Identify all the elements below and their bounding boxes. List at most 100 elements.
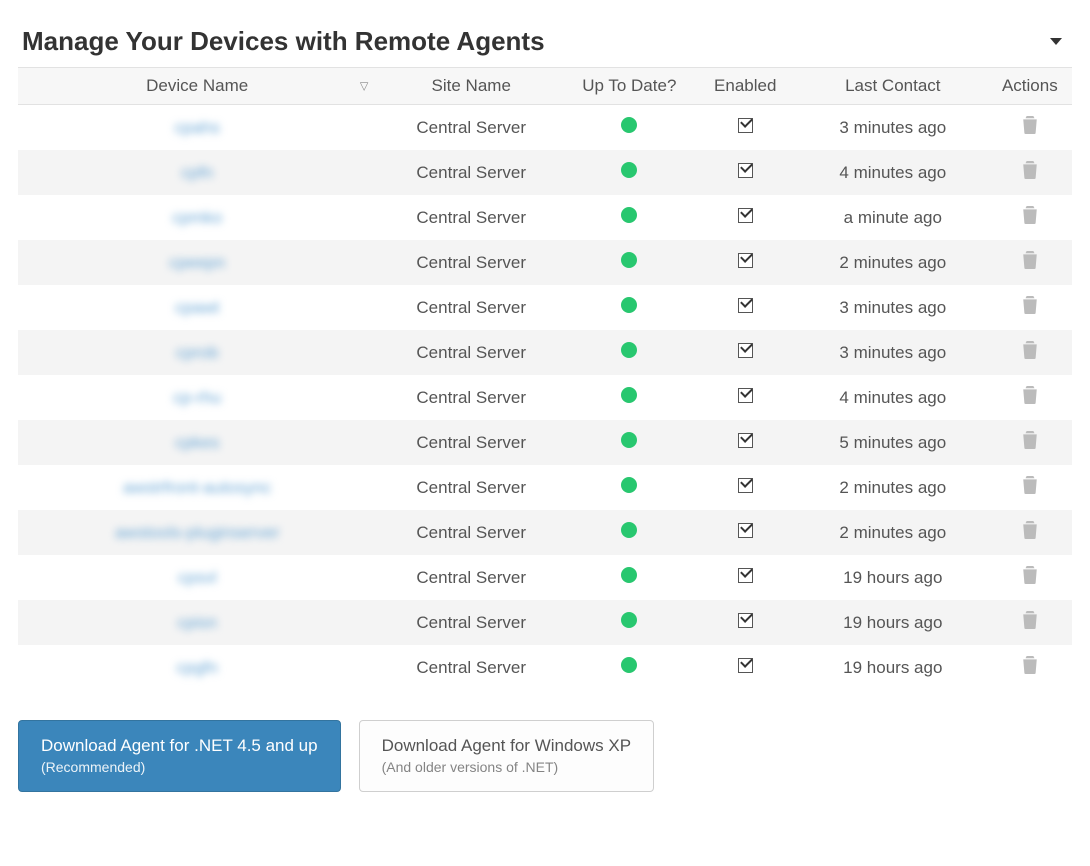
status-dot-icon	[621, 612, 637, 628]
last-contact: a minute ago	[798, 195, 988, 240]
status-dot-icon	[621, 297, 637, 313]
download-agent-xp-sublabel: (And older versions of .NET)	[382, 758, 631, 777]
delete-icon[interactable]	[1022, 344, 1038, 363]
last-contact: 3 minutes ago	[798, 105, 988, 151]
enabled-checkbox[interactable]	[738, 343, 753, 358]
enabled-checkbox[interactable]	[738, 568, 753, 583]
site-name: Central Server	[376, 600, 566, 645]
download-agent-xp-label: Download Agent for Windows XP	[382, 736, 631, 755]
status-dot-icon	[621, 117, 637, 133]
last-contact: 5 minutes ago	[798, 420, 988, 465]
status-dot-icon	[621, 162, 637, 178]
device-name[interactable]: awstools-pluginserver	[111, 523, 283, 543]
site-name: Central Server	[376, 510, 566, 555]
site-name: Central Server	[376, 330, 566, 375]
last-contact: 4 minutes ago	[798, 150, 988, 195]
site-name: Central Server	[376, 645, 566, 690]
delete-icon[interactable]	[1022, 254, 1038, 273]
delete-icon[interactable]	[1022, 614, 1038, 633]
col-header-last[interactable]: Last Contact	[798, 68, 988, 105]
enabled-checkbox[interactable]	[738, 118, 753, 133]
col-header-actions: Actions	[988, 68, 1072, 105]
table-row: cpisn Central Server 19 hours ago	[18, 600, 1072, 645]
site-name: Central Server	[376, 285, 566, 330]
delete-icon[interactable]	[1022, 659, 1038, 678]
status-dot-icon	[621, 657, 637, 673]
table-row: awstools-pluginserver Central Server 2 min…	[18, 510, 1072, 555]
table-row: cpmko Central Server a minute ago	[18, 195, 1072, 240]
device-name[interactable]: cpawt	[171, 298, 223, 318]
download-agent-net45-label: Download Agent for .NET 4.5 and up	[41, 736, 318, 755]
enabled-checkbox[interactable]	[738, 208, 753, 223]
enabled-checkbox[interactable]	[738, 613, 753, 628]
table-row: cpgfn Central Server 19 hours ago	[18, 645, 1072, 690]
device-name[interactable]: cp-rhu	[169, 388, 225, 408]
table-row: cpahs Central Server 3 minutes ago	[18, 105, 1072, 151]
delete-icon[interactable]	[1022, 569, 1038, 588]
site-name: Central Server	[376, 420, 566, 465]
delete-icon[interactable]	[1022, 209, 1038, 228]
delete-icon[interactable]	[1022, 119, 1038, 138]
device-name[interactable]: cpmko	[168, 208, 226, 228]
page-title: Manage Your Devices with Remote Agents	[22, 26, 545, 57]
delete-icon[interactable]	[1022, 164, 1038, 183]
device-name[interactable]: awstrfront-autosync	[119, 478, 275, 498]
last-contact: 2 minutes ago	[798, 510, 988, 555]
table-row: cpfn Central Server 4 minutes ago	[18, 150, 1072, 195]
status-dot-icon	[621, 342, 637, 358]
device-name[interactable]: cpeepn	[165, 253, 229, 273]
device-name[interactable]: cpisn	[173, 613, 221, 633]
table-row: cprob Central Server 3 minutes ago	[18, 330, 1072, 375]
device-name[interactable]: cprob	[172, 343, 223, 363]
panel-collapse-toggle[interactable]	[1050, 38, 1062, 45]
table-row: cp-rhu Central Server 4 minutes ago	[18, 375, 1072, 420]
enabled-checkbox[interactable]	[738, 433, 753, 448]
enabled-checkbox[interactable]	[738, 658, 753, 673]
table-row: awstrfront-autosyncCentral Server2 minut…	[18, 465, 1072, 510]
device-name[interactable]: cpsvl	[174, 568, 221, 588]
device-name[interactable]: cpahs	[170, 118, 223, 138]
last-contact: 3 minutes ago	[798, 330, 988, 375]
device-name[interactable]: cpgfn	[172, 658, 222, 678]
status-dot-icon	[621, 567, 637, 583]
last-contact: 4 minutes ago	[798, 375, 988, 420]
site-name: Central Server	[376, 195, 566, 240]
status-dot-icon	[621, 477, 637, 493]
enabled-checkbox[interactable]	[738, 523, 753, 538]
last-contact: 19 hours ago	[798, 600, 988, 645]
col-header-uptodate[interactable]: Up To Date?	[566, 68, 692, 105]
download-agent-xp-button[interactable]: Download Agent for Windows XP (And older…	[359, 720, 654, 792]
site-name: Central Server	[376, 375, 566, 420]
last-contact: 2 minutes ago	[798, 240, 988, 285]
enabled-checkbox[interactable]	[738, 163, 753, 178]
enabled-checkbox[interactable]	[738, 298, 753, 313]
col-header-site[interactable]: Site Name	[376, 68, 566, 105]
devices-table: Device Name ▽ Site Name Up To Date? Enab…	[18, 67, 1072, 690]
enabled-checkbox[interactable]	[738, 478, 753, 493]
enabled-checkbox[interactable]	[738, 388, 753, 403]
device-name[interactable]: cpkes	[171, 433, 223, 453]
col-header-device[interactable]: Device Name ▽	[18, 68, 376, 105]
delete-icon[interactable]	[1022, 524, 1038, 543]
col-header-enabled[interactable]: Enabled	[693, 68, 798, 105]
device-name[interactable]: cpfn	[177, 163, 217, 183]
sort-indicator-icon: ▽	[360, 80, 368, 93]
delete-icon[interactable]	[1022, 479, 1038, 498]
site-name: Central Server	[376, 105, 566, 151]
site-name: Central Server	[376, 555, 566, 600]
status-dot-icon	[621, 522, 637, 538]
last-contact: 3 minutes ago	[798, 285, 988, 330]
download-agent-net45-button[interactable]: Download Agent for .NET 4.5 and up (Reco…	[18, 720, 341, 792]
last-contact: 2 minutes ago	[798, 465, 988, 510]
last-contact: 19 hours ago	[798, 645, 988, 690]
last-contact: 19 hours ago	[798, 555, 988, 600]
delete-icon[interactable]	[1022, 389, 1038, 408]
table-row: cpawt Central Server 3 minutes ago	[18, 285, 1072, 330]
status-dot-icon	[621, 387, 637, 403]
enabled-checkbox[interactable]	[738, 253, 753, 268]
site-name: Central Server	[376, 150, 566, 195]
col-header-device-label: Device Name	[146, 76, 248, 95]
delete-icon[interactable]	[1022, 299, 1038, 318]
table-row: cpsvl Central Server 19 hours ago	[18, 555, 1072, 600]
delete-icon[interactable]	[1022, 434, 1038, 453]
